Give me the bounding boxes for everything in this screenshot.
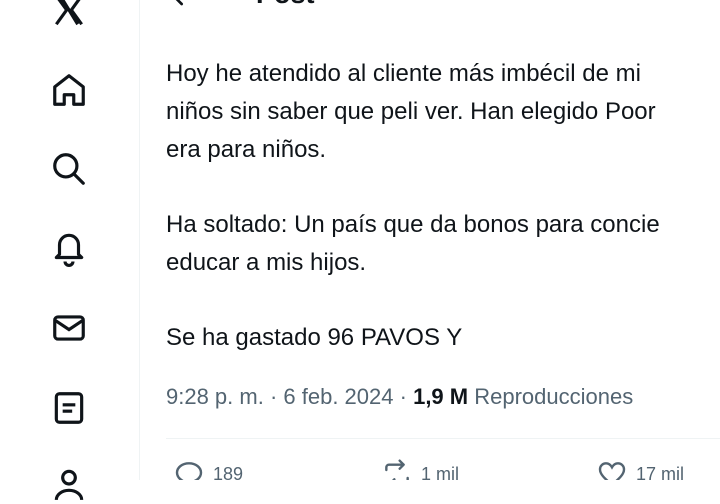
like-count: 17 mil <box>636 463 685 481</box>
home-icon[interactable] <box>49 70 89 110</box>
page-title: Post <box>256 0 315 10</box>
post-detail: Post Hoy he atendido al cliente más imbé… <box>141 0 720 480</box>
reply-icon <box>175 462 203 480</box>
tweet-time[interactable]: 9:28 p. m. <box>166 384 264 409</box>
x-logo-icon[interactable] <box>49 0 89 30</box>
meta-separator: · <box>393 384 414 409</box>
tweet-line: Se ha gastado 96 PAVOS Y <box>166 324 463 351</box>
search-icon[interactable] <box>49 149 89 189</box>
repost-icon <box>385 459 409 480</box>
tweet-line: niños sin saber que peli ver. Han elegid… <box>166 98 656 125</box>
tweet-text: Hoy he atendido al cliente más imbécil d… <box>166 55 720 357</box>
repost-count: 1 mil <box>421 463 460 481</box>
sidebar-nav <box>0 0 140 501</box>
views-label: Reproducciones <box>468 384 634 409</box>
reply-count: 189 <box>213 463 244 481</box>
notifications-bell-icon[interactable] <box>49 228 89 268</box>
tweet-meta: 9:28 p. m. · 6 feb. 2024 · 1,9 M Reprodu… <box>166 384 633 410</box>
action-bar: 189 1 mil 17 mil <box>141 458 720 480</box>
reply-button[interactable]: 189 <box>173 458 243 480</box>
tweet-line: Ha soltado: Un país que da bonos para co… <box>166 211 660 238</box>
tweet-date[interactable]: 6 feb. 2024 <box>283 384 393 409</box>
heart-icon <box>598 462 626 480</box>
repost-button[interactable]: 1 mil <box>381 458 459 480</box>
messages-mail-icon[interactable] <box>49 308 89 348</box>
profile-icon[interactable] <box>49 464 89 504</box>
tweet-line: educar a mis hijos. <box>166 249 367 276</box>
back-arrow-icon[interactable] <box>167 0 199 12</box>
lists-icon[interactable] <box>49 388 89 428</box>
tweet-line: era para niños. <box>166 136 327 163</box>
meta-separator: · <box>263 384 284 409</box>
divider <box>166 438 720 439</box>
tweet-line: Hoy he atendido al cliente más imbécil d… <box>166 60 641 87</box>
like-button[interactable]: 17 mil <box>596 458 684 480</box>
post-header: Post <box>141 0 720 22</box>
views-count: 1,9 M <box>413 384 469 409</box>
